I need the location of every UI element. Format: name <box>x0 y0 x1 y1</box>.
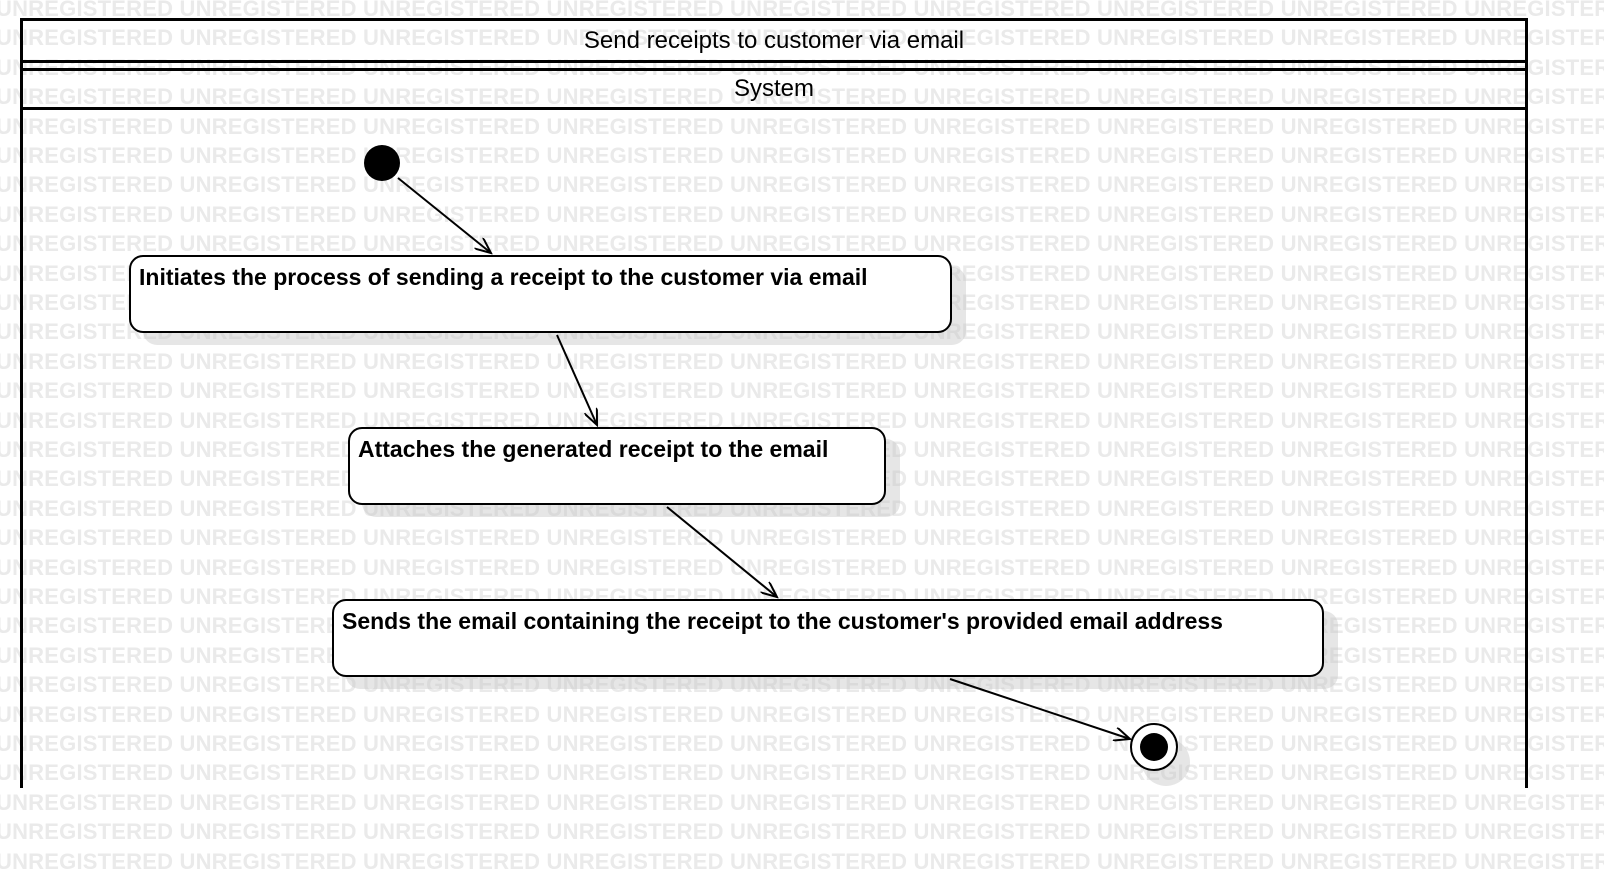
watermark-row: UNREGISTERED UNREGISTERED UNREGISTERED U… <box>0 819 1604 845</box>
action-label: Attaches the generated receipt to the em… <box>358 436 829 462</box>
action-label: Sends the email containing the receipt t… <box>342 608 1223 634</box>
action-node-send-email[interactable]: Sends the email containing the receipt t… <box>332 599 1324 677</box>
action-node-initiate[interactable]: Initiates the process of sending a recei… <box>129 255 952 333</box>
action-label: Initiates the process of sending a recei… <box>139 264 868 290</box>
action-node-attach-receipt[interactable]: Attaches the generated receipt to the em… <box>348 427 886 505</box>
swimlane-header-system: System <box>23 68 1525 110</box>
watermark-row: UNREGISTERED UNREGISTERED UNREGISTERED U… <box>0 0 1604 21</box>
diagram-title: Send receipts to customer via email <box>23 21 1525 63</box>
watermark-row: UNREGISTERED UNREGISTERED UNREGISTERED U… <box>0 789 1604 815</box>
watermark-row: UNREGISTERED UNREGISTERED UNREGISTERED U… <box>0 848 1604 874</box>
